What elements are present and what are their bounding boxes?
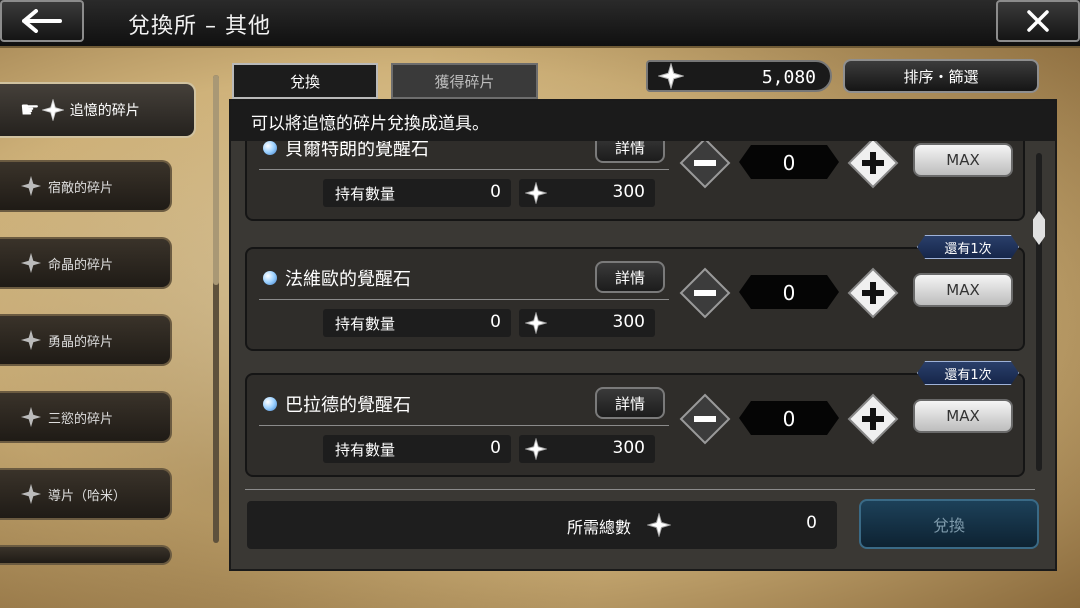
detail-button[interactable]: 詳情: [595, 261, 665, 293]
divider: [259, 425, 669, 426]
back-button[interactable]: [0, 0, 84, 42]
shard-sparkle-icon: [20, 406, 42, 428]
currency-value: 5,080: [761, 67, 816, 88]
remaining-badge: 還有1次: [917, 235, 1019, 259]
item-name: 貝爾特朗的覺醒石: [285, 141, 429, 160]
cost-display: 300: [519, 179, 655, 207]
list-item: 還有1次 法維歐的覺醒石 詳情 持有數量 0 300 0 MAX: [245, 235, 1025, 351]
sidebar-item-label: 宿敵的碎片: [48, 180, 114, 196]
exchange-confirm-button[interactable]: 兌換: [859, 499, 1039, 549]
shard-sparkle-icon: [20, 483, 42, 505]
sidebar-item-fate-crystal-shards[interactable]: 命晶的碎片: [0, 237, 172, 289]
sidebar-item-partial[interactable]: [0, 545, 172, 565]
sidebar-item-label: 導片（哈米）: [48, 488, 127, 504]
shard-sparkle-icon: [647, 513, 671, 537]
plus-button[interactable]: [847, 393, 899, 445]
page-title: 兌換所 – 其他: [128, 14, 271, 39]
shard-sparkle-icon: [525, 312, 547, 334]
list-scrollbar[interactable]: [1036, 153, 1042, 471]
quantity-value: 0: [782, 151, 796, 175]
total-label: 所需總數: [567, 518, 632, 537]
exchange-panel: 可以將追憶的碎片兌換成道具。 貝爾特朗的覺醒石 詳情 持有數量 0 300 0: [229, 99, 1057, 571]
cost-value: 300: [612, 312, 645, 332]
divider: [259, 169, 669, 170]
item-name: 巴拉德的覺醒石: [285, 395, 411, 416]
shard-sparkle-icon: [525, 182, 547, 204]
detail-button[interactable]: 詳情: [595, 387, 665, 419]
minus-button[interactable]: [679, 141, 731, 189]
pointing-hand-icon: ☛: [20, 97, 40, 123]
owned-quantity: 持有數量 0: [323, 435, 511, 463]
list-item: 貝爾特朗的覺醒石 詳情 持有數量 0 300 0 MAX: [245, 141, 1025, 221]
cost-display: 300: [519, 435, 655, 463]
close-icon: [1027, 10, 1049, 32]
sidebar-item-guide-shards[interactable]: 導片（哈米）: [0, 468, 172, 520]
sidebar-item-three-desires-shards[interactable]: 三慾的碎片: [0, 391, 172, 443]
item-list[interactable]: 貝爾特朗的覺醒石 詳情 持有數量 0 300 0 MAX 還有1次 法維歐的覺醒…: [231, 141, 1055, 481]
awakening-stone-icon: [263, 271, 277, 285]
quantity-stepper[interactable]: 0: [739, 145, 839, 179]
arrow-left-icon: [22, 9, 62, 33]
sort-filter-button[interactable]: 排序・篩選: [843, 59, 1039, 93]
shard-sparkle-icon: [20, 252, 42, 274]
cost-value: 300: [612, 182, 645, 202]
sidebar-item-label: 三慾的碎片: [48, 411, 114, 427]
tab-obtain-shards[interactable]: 獲得碎片: [391, 63, 538, 99]
max-button[interactable]: MAX: [913, 143, 1013, 177]
total-required: 所需總數 0: [247, 501, 837, 549]
cost-value: 300: [612, 438, 645, 458]
owned-label: 持有數量: [335, 185, 396, 203]
header-bar: 兌換所 – 其他: [0, 0, 1080, 48]
sidebar-item-label: 追憶的碎片: [69, 103, 140, 119]
owned-quantity: 持有數量 0: [323, 309, 511, 337]
quantity-stepper[interactable]: 0: [739, 401, 839, 435]
remaining-badge: 還有1次: [917, 361, 1019, 385]
sidebar-item-brave-crystal-shards[interactable]: 勇晶的碎片: [0, 314, 172, 366]
owned-label: 持有數量: [335, 441, 396, 459]
plus-button[interactable]: [847, 141, 899, 189]
awakening-stone-icon: [263, 397, 277, 411]
shard-sparkle-icon: [525, 438, 547, 460]
owned-value: 0: [490, 312, 501, 332]
sidebar-scroll-thumb[interactable]: [213, 75, 219, 285]
description-text: 可以將追憶的碎片兌換成道具。: [231, 101, 1055, 141]
list-item: 還有1次 巴拉德的覺醒石 詳情 持有數量 0 300 0 MAX: [245, 361, 1025, 477]
sidebar-item-rival-shards[interactable]: 宿敵的碎片: [0, 160, 172, 212]
shard-sparkle-icon: [41, 99, 64, 121]
currency-display: 5,080: [646, 60, 832, 92]
tab-exchange[interactable]: 兌換: [232, 63, 378, 99]
max-button[interactable]: MAX: [913, 399, 1013, 433]
shard-sparkle-icon: [658, 63, 684, 89]
detail-button[interactable]: 詳情: [595, 141, 665, 163]
quantity-stepper[interactable]: 0: [739, 275, 839, 309]
owned-value: 0: [490, 182, 501, 202]
max-button[interactable]: MAX: [913, 273, 1013, 307]
divider: [245, 489, 1035, 490]
divider: [259, 299, 669, 300]
quantity-value: 0: [782, 281, 796, 305]
plus-button[interactable]: [847, 267, 899, 319]
owned-quantity: 持有數量 0: [323, 179, 511, 207]
sidebar-item-memory-shards[interactable]: ☛ 追憶的碎片: [0, 82, 196, 138]
awakening-stone-icon: [263, 141, 277, 155]
minus-button[interactable]: [679, 393, 731, 445]
close-button[interactable]: [996, 0, 1080, 42]
item-name: 法維歐的覺醒石: [285, 269, 411, 290]
total-value: 0: [806, 513, 817, 533]
shard-sparkle-icon: [20, 329, 42, 351]
sidebar-item-label: 勇晶的碎片: [48, 334, 114, 350]
owned-value: 0: [490, 438, 501, 458]
minus-button[interactable]: [679, 267, 731, 319]
cost-display: 300: [519, 309, 655, 337]
owned-label: 持有數量: [335, 315, 396, 333]
quantity-value: 0: [782, 407, 796, 431]
shard-sparkle-icon: [20, 175, 42, 197]
sidebar-item-label: 命晶的碎片: [48, 257, 114, 273]
